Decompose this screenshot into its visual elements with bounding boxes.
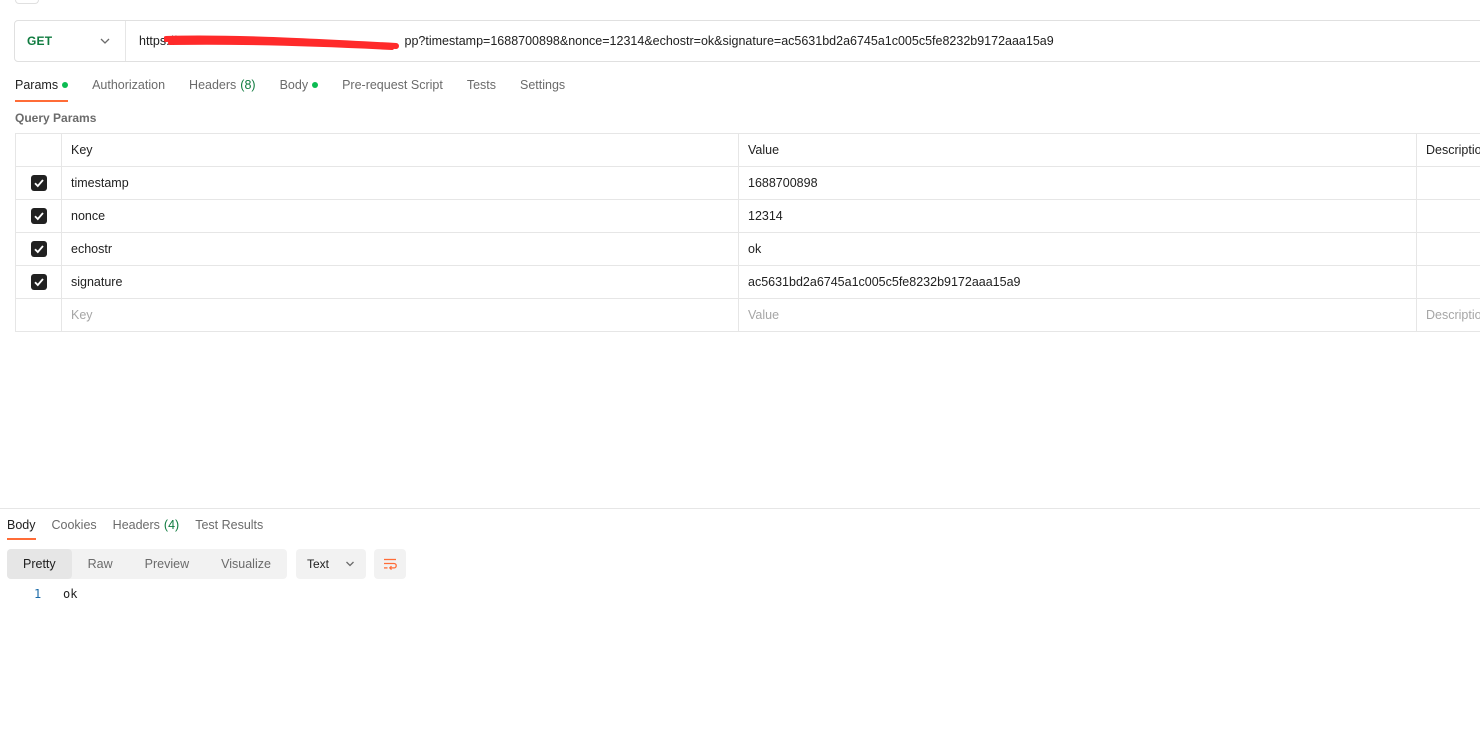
response-body-text: ok [63, 587, 78, 601]
param-checkbox[interactable] [30, 175, 47, 191]
response-tab-body[interactable]: Body [7, 512, 36, 540]
checkmark-icon [33, 278, 44, 287]
tab-settings[interactable]: Settings [520, 70, 565, 100]
param-key[interactable]: nonce [61, 199, 739, 233]
param-key[interactable]: timestamp [61, 166, 739, 200]
response-tab-cookies[interactable]: Cookies [52, 512, 97, 538]
view-raw-button[interactable]: Raw [72, 549, 129, 579]
headers-count: (8) [240, 78, 256, 92]
table-row-empty: Key Value Description [15, 298, 1480, 332]
param-value[interactable]: ac5631bd2a6745a1c005c5fe8232b9172aaa15a9 [738, 265, 1417, 299]
table-row: timestamp 1688700898 [15, 166, 1480, 200]
table-row: signature ac5631bd2a6745a1c005c5fe8232b9… [15, 265, 1480, 299]
view-pretty-button[interactable]: Pretty [7, 549, 72, 579]
param-checkbox[interactable] [30, 241, 47, 257]
format-label: Text [307, 557, 330, 571]
new-description-input[interactable]: Description [1416, 298, 1480, 332]
request-tabs: Params Authorization Headers (8) Body Pre… [15, 70, 589, 102]
param-value[interactable]: ok [738, 232, 1417, 266]
window-tab-stub [15, 0, 39, 4]
response-tab-test-results[interactable]: Test Results [195, 512, 263, 538]
chevron-down-icon [100, 38, 110, 44]
wrap-lines-button[interactable] [374, 549, 406, 579]
active-dot-icon [62, 82, 69, 88]
method-label: GET [27, 34, 53, 48]
chevron-down-icon [346, 561, 354, 567]
checkbox-header-cell [15, 133, 62, 167]
new-key-input[interactable]: Key [61, 298, 739, 332]
response-tab-headers[interactable]: Headers (4) [113, 512, 180, 538]
param-description[interactable] [1416, 265, 1480, 299]
param-description[interactable] [1416, 166, 1480, 200]
query-params-label: Query Params [15, 111, 97, 125]
param-key[interactable]: signature [61, 265, 739, 299]
param-value[interactable]: 12314 [738, 199, 1417, 233]
url-text: https://pp?timestamp=1688700898&nonce=12… [139, 34, 1054, 48]
param-checkbox[interactable] [30, 274, 47, 290]
param-key[interactable]: echostr [61, 232, 739, 266]
response-divider[interactable] [0, 508, 1480, 509]
table-header-row: Key Value Description [15, 133, 1480, 167]
method-select[interactable]: GET [15, 21, 126, 61]
param-checkbox[interactable] [30, 208, 47, 224]
param-description[interactable] [1416, 199, 1480, 233]
tab-tests[interactable]: Tests [467, 70, 496, 100]
view-preview-button[interactable]: Preview [129, 549, 205, 579]
tab-params[interactable]: Params [15, 70, 69, 102]
response-tabs: Body Cookies Headers (4) Test Results [7, 512, 279, 540]
view-visualize-button[interactable]: Visualize [205, 549, 287, 579]
tab-headers[interactable]: Headers (8) [189, 70, 256, 100]
wrap-lines-icon [384, 558, 397, 571]
checkmark-icon [33, 179, 44, 188]
param-description[interactable] [1416, 232, 1480, 266]
tab-body[interactable]: Body [280, 70, 319, 100]
key-header: Key [61, 133, 739, 167]
checkmark-icon [33, 212, 44, 221]
checkmark-icon [33, 245, 44, 254]
format-select[interactable]: Text [296, 549, 366, 579]
new-value-input[interactable]: Value [738, 298, 1417, 332]
url-input[interactable]: https://pp?timestamp=1688700898&nonce=12… [126, 21, 1480, 61]
table-row: nonce 12314 [15, 199, 1480, 233]
tab-pre-request-script[interactable]: Pre-request Script [342, 70, 443, 100]
url-bar: GET https://pp?timestamp=1688700898&nonc… [14, 20, 1480, 62]
value-header: Value [738, 133, 1417, 167]
line-number: 1 [34, 587, 42, 601]
table-row: echostr ok [15, 232, 1480, 266]
response-headers-count: (4) [163, 518, 180, 532]
param-value[interactable]: 1688700898 [738, 166, 1417, 200]
active-dot-icon [312, 82, 319, 88]
tab-authorization[interactable]: Authorization [92, 70, 165, 100]
view-mode-selector: Pretty Raw Preview Visualize [7, 549, 287, 579]
description-header: Description [1416, 133, 1480, 167]
query-params-table: Key Value Description timestamp 16887008… [15, 133, 1480, 332]
